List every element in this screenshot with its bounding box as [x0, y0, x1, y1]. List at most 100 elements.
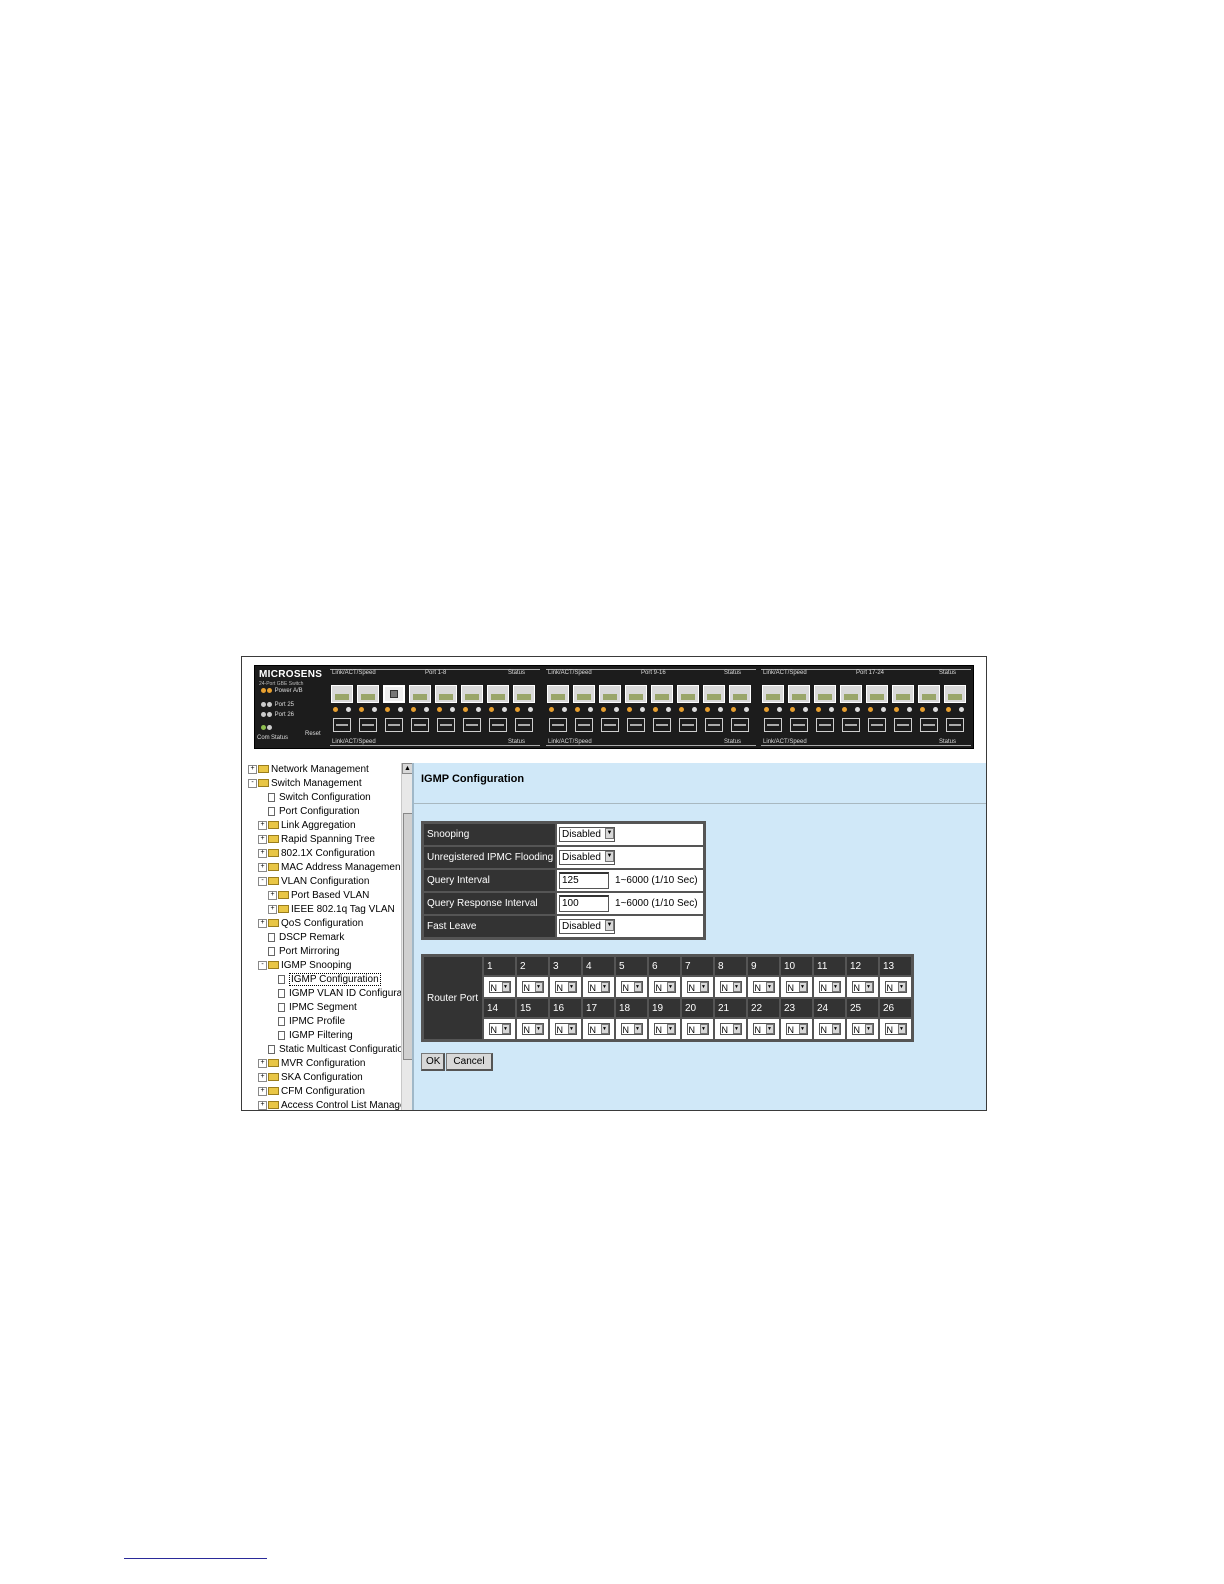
query-interval-input[interactable]: 125	[559, 872, 609, 889]
chevron-down-icon[interactable]: ▼	[600, 981, 609, 992]
sidebar-item-mac-address-management[interactable]: + MAC Address Managemen	[258, 861, 401, 875]
rj45-port-icon[interactable]	[383, 685, 405, 703]
router-port-select[interactable]: N ▼	[554, 980, 577, 993]
sfp-port-icon[interactable]	[790, 718, 808, 732]
chevron-down-icon[interactable]: ▼	[699, 1023, 708, 1034]
rj45-port-icon[interactable]	[487, 685, 509, 703]
sidebar-item-network-management[interactable]: + Network Management	[248, 763, 369, 777]
router-port-select[interactable]: N ▼	[653, 980, 676, 993]
rj45-port-icon[interactable]	[547, 685, 569, 703]
router-port-select[interactable]: N ▼	[752, 980, 775, 993]
chevron-down-icon[interactable]: ▼	[605, 828, 614, 839]
router-port-select[interactable]: N ▼	[488, 980, 511, 993]
router-port-select[interactable]: N ▼	[620, 980, 643, 993]
chevron-down-icon[interactable]: ▼	[501, 981, 510, 992]
router-port-select[interactable]: N ▼	[488, 1022, 511, 1035]
expand-icon[interactable]: +	[248, 764, 257, 774]
collapse-icon[interactable]: -	[248, 778, 257, 788]
chevron-down-icon[interactable]: ▼	[798, 981, 807, 992]
rj45-port-icon[interactable]	[892, 685, 914, 703]
rj45-port-icon[interactable]	[513, 685, 535, 703]
router-port-select[interactable]: N ▼	[686, 1022, 709, 1035]
sidebar-item-port-based-vlan[interactable]: + Port Based VLAN	[268, 889, 369, 903]
scrollbar-thumb[interactable]	[403, 813, 412, 1060]
chevron-down-icon[interactable]: ▼	[765, 1023, 774, 1034]
rj45-port-icon[interactable]	[573, 685, 595, 703]
rj45-port-icon[interactable]	[788, 685, 810, 703]
chevron-down-icon[interactable]: ▼	[605, 920, 614, 931]
router-port-select[interactable]: N ▼	[851, 980, 874, 993]
router-port-select[interactable]: N ▼	[884, 980, 907, 993]
expand-icon[interactable]: +	[268, 904, 277, 914]
router-port-select[interactable]: N ▼	[785, 1022, 808, 1035]
router-port-select[interactable]: N ▼	[818, 1022, 841, 1035]
chevron-down-icon[interactable]: ▼	[501, 1023, 510, 1034]
sidebar-item-vlan-configuration[interactable]: - VLAN Configuration	[258, 875, 369, 889]
sidebar-item-igmp-snooping[interactable]: - IGMP Snooping	[258, 959, 351, 973]
sfp-port-icon[interactable]	[489, 718, 507, 732]
chevron-down-icon[interactable]: ▼	[605, 851, 614, 862]
chevron-down-icon[interactable]: ▼	[798, 1023, 807, 1034]
sidebar-item-switch-configuration[interactable]: Switch Configuration	[268, 791, 371, 805]
sfp-port-icon[interactable]	[868, 718, 886, 732]
ipmc-flooding-select[interactable]: Disabled ▼	[559, 850, 615, 865]
scroll-up-arrow-icon[interactable]: ▲	[402, 763, 412, 774]
expand-icon[interactable]: +	[258, 1058, 267, 1068]
rj45-port-icon[interactable]	[331, 685, 353, 703]
chevron-down-icon[interactable]: ▼	[567, 1023, 576, 1034]
rj45-port-icon[interactable]	[866, 685, 888, 703]
sidebar-item-rapid-spanning-tree[interactable]: + Rapid Spanning Tree	[258, 833, 375, 847]
router-port-select[interactable]: N ▼	[554, 1022, 577, 1035]
router-port-select[interactable]: N ▼	[851, 1022, 874, 1035]
sidebar-item-qos-configuration[interactable]: + QoS Configuration	[258, 917, 363, 931]
sidebar-item-static-multicast-configuration[interactable]: Static Multicast Configuratio	[268, 1043, 403, 1057]
chevron-down-icon[interactable]: ▼	[633, 981, 642, 992]
sfp-port-icon[interactable]	[575, 718, 593, 732]
chevron-down-icon[interactable]: ▼	[567, 981, 576, 992]
rj45-port-icon[interactable]	[461, 685, 483, 703]
rj45-port-icon[interactable]	[409, 685, 431, 703]
chevron-down-icon[interactable]: ▼	[666, 1023, 675, 1034]
sfp-port-icon[interactable]	[946, 718, 964, 732]
sidebar-item-ieee-8021q-tag-vlan[interactable]: + IEEE 802.1q Tag VLAN	[268, 903, 395, 917]
sidebar-item-dscp-remark[interactable]: DSCP Remark	[268, 931, 344, 945]
sidebar-item-igmp-configuration[interactable]: IGMP Configuration	[278, 973, 381, 987]
rj45-port-icon[interactable]	[435, 685, 457, 703]
chevron-down-icon[interactable]: ▼	[534, 1023, 543, 1034]
router-port-select[interactable]: N ▼	[752, 1022, 775, 1035]
router-port-select[interactable]: N ▼	[653, 1022, 676, 1035]
sfp-port-icon[interactable]	[333, 718, 351, 732]
sfp-port-icon[interactable]	[385, 718, 403, 732]
sfp-port-icon[interactable]	[463, 718, 481, 732]
expand-icon[interactable]: +	[258, 848, 267, 858]
router-port-select[interactable]: N ▼	[884, 1022, 907, 1035]
router-port-select[interactable]: N ▼	[521, 980, 544, 993]
rj45-port-icon[interactable]	[814, 685, 836, 703]
chevron-down-icon[interactable]: ▼	[732, 1023, 741, 1034]
expand-icon[interactable]: +	[258, 918, 267, 928]
collapse-icon[interactable]: -	[258, 960, 267, 970]
snooping-select[interactable]: Disabled ▼	[559, 827, 615, 842]
rj45-port-icon[interactable]	[651, 685, 673, 703]
sidebar-item-8021x-configuration[interactable]: +802.1X Configuration	[258, 847, 375, 861]
chevron-down-icon[interactable]: ▼	[666, 981, 675, 992]
sidebar-scrollbar[interactable]: ▲	[401, 763, 412, 1110]
sidebar-item-mvr-configuration[interactable]: + MVR Configuration	[258, 1057, 365, 1071]
rj45-port-icon[interactable]	[599, 685, 621, 703]
rj45-port-icon[interactable]	[625, 685, 647, 703]
chevron-down-icon[interactable]: ▼	[897, 1023, 906, 1034]
chevron-down-icon[interactable]: ▼	[600, 1023, 609, 1034]
sidebar-item-link-aggregation[interactable]: + Link Aggregation	[258, 819, 356, 833]
sidebar-item-port-mirroring[interactable]: Port Mirroring	[268, 945, 340, 959]
sfp-port-icon[interactable]	[627, 718, 645, 732]
router-port-select[interactable]: N ▼	[587, 1022, 610, 1035]
rj45-port-icon[interactable]	[762, 685, 784, 703]
rj45-port-icon[interactable]	[703, 685, 725, 703]
rj45-port-icon[interactable]	[944, 685, 966, 703]
sfp-port-icon[interactable]	[920, 718, 938, 732]
rj45-port-icon[interactable]	[918, 685, 940, 703]
router-port-select[interactable]: N ▼	[620, 1022, 643, 1035]
chevron-down-icon[interactable]: ▼	[732, 981, 741, 992]
chevron-down-icon[interactable]: ▼	[633, 1023, 642, 1034]
sfp-port-icon[interactable]	[842, 718, 860, 732]
